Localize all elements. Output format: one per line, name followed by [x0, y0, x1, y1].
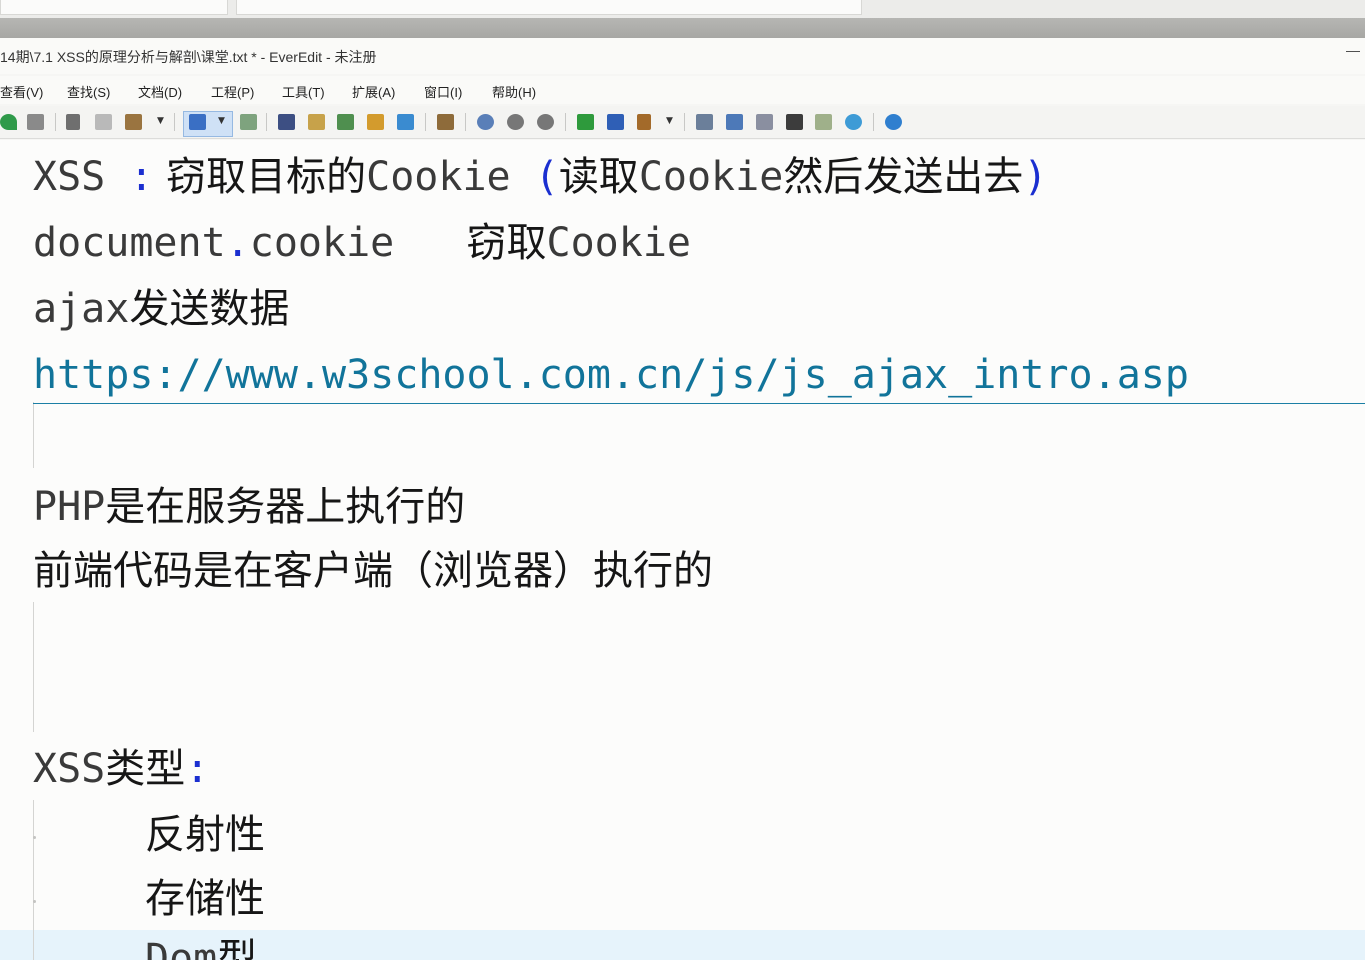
text-token: (	[534, 154, 559, 200]
tree-icon[interactable]	[397, 114, 414, 130]
text-token: :	[129, 154, 154, 200]
text-token: 窃取	[466, 220, 547, 266]
text-token: document	[33, 220, 226, 266]
text-token: Cookie	[546, 220, 692, 266]
chart-icon[interactable]	[815, 114, 832, 130]
split-icon[interactable]	[726, 114, 743, 130]
menu-window[interactable]: 窗口(I)	[424, 82, 462, 101]
minimize-button[interactable]: —	[1345, 42, 1361, 58]
editor-line-url[interactable]: https://www.w3school.com.cn/js/js_ajax_i…	[33, 352, 1189, 398]
toolbar-separator	[565, 113, 566, 131]
text-token: 读取	[558, 154, 639, 200]
stop-icon[interactable]	[607, 114, 624, 130]
text-token: :	[185, 746, 210, 792]
editor-line-8: 反射性	[145, 812, 265, 858]
indent-guide	[33, 402, 34, 468]
editor-line-2: document.cookie 窃取Cookie	[33, 220, 691, 266]
text-token: 窃取目标的	[153, 154, 367, 200]
address-field-left[interactable]	[0, 0, 228, 15]
address-field-right[interactable]	[236, 0, 862, 15]
whitespace-marker	[33, 836, 36, 839]
wrap-dropdown-arrow[interactable]: ▼	[218, 116, 225, 126]
browser-icon[interactable]	[845, 114, 862, 130]
cut-icon[interactable]	[66, 114, 80, 130]
text-token: 发送数据	[129, 286, 290, 332]
redo-icon[interactable]	[0, 114, 17, 130]
panel-icon[interactable]	[696, 114, 713, 130]
editor-line-3: ajax发送数据	[33, 286, 289, 332]
menu-tools[interactable]: 工具(T)	[282, 82, 325, 101]
text-token: Cookie	[366, 154, 535, 200]
toolbar-separator	[266, 113, 267, 131]
editor-area[interactable]: XSS : 窃取目标的Cookie (读取Cookie然后发送出去) docum…	[0, 140, 1365, 960]
menu-document[interactable]: 文档(D)	[138, 82, 182, 101]
editor-line-9: 存储性	[145, 876, 265, 922]
text-token: 存储性	[145, 876, 265, 922]
tools-icon[interactable]	[337, 114, 354, 130]
menu-project[interactable]: 工程(P)	[211, 82, 254, 101]
text-token: 是在服务器上执行的	[105, 484, 466, 530]
view-icon[interactable]	[240, 114, 257, 130]
text-token: cookie	[249, 220, 467, 266]
url-underline	[33, 403, 1365, 404]
toolbar-separator	[465, 113, 466, 131]
editor-line-7: XSS类型:	[33, 746, 209, 792]
paste-icon[interactable]	[125, 114, 142, 130]
text-token: XSS	[33, 746, 106, 792]
macro2-icon[interactable]	[507, 114, 524, 130]
text-token: 然后发送出去	[783, 154, 1024, 200]
menu-bar: 查看(V) 查找(S) 文档(D) 工程(P) 工具(T) 扩展(A) 窗口(I…	[0, 76, 1365, 104]
top-strip	[0, 0, 1365, 19]
build-dropdown-arrow[interactable]: ▼	[666, 116, 673, 126]
menu-search[interactable]: 查找(S)	[67, 82, 110, 101]
menu-view[interactable]: 查看(V)	[0, 82, 43, 101]
toolbar-separator	[425, 113, 426, 131]
editor-line-1: XSS : 窃取目标的Cookie (读取Cookie然后发送出去)	[33, 154, 1047, 200]
doc-icon[interactable]	[756, 114, 773, 130]
indent-guide	[33, 800, 34, 960]
indent-guide	[33, 602, 34, 732]
paste-dropdown-arrow[interactable]: ▼	[157, 116, 164, 126]
title-bar: 14期\7.1 XSS的原理分析与解剖\课堂.txt * - EverEdit …	[0, 38, 1365, 74]
text-token: PHP	[33, 484, 106, 530]
build-icon[interactable]	[637, 114, 651, 130]
compare-icon[interactable]	[437, 114, 454, 130]
editor-line-5: PHP是在服务器上执行的	[33, 484, 465, 530]
console-icon[interactable]	[786, 114, 803, 130]
text-token: 类型	[105, 746, 186, 792]
editor-line-10: Dom型	[145, 936, 257, 960]
url-link[interactable]: https://www.w3school.com.cn/js/js_ajax_i…	[33, 352, 1189, 398]
find-icon[interactable]	[278, 114, 295, 130]
text-token: XSS	[33, 154, 130, 200]
text-token: Dom	[145, 936, 218, 960]
text-token: Cookie	[638, 154, 784, 200]
text-token: 反射性	[145, 812, 265, 858]
whitespace-marker	[33, 900, 36, 903]
toolbar-separator	[55, 113, 56, 131]
text-token: 型	[217, 936, 258, 960]
toolbar-separator	[684, 113, 685, 131]
menu-extensions[interactable]: 扩展(A)	[352, 82, 395, 101]
window-title: 14期\7.1 XSS的原理分析与解剖\课堂.txt * - EverEdit …	[0, 49, 377, 65]
toolbar-separator	[873, 113, 874, 131]
text-token: )	[1023, 154, 1048, 200]
toolbar-separator	[174, 113, 175, 131]
editor-line-6: 前端代码是在客户端（浏览器）执行的	[33, 548, 713, 594]
toolbar: ▼ ▼ ▼	[0, 106, 1365, 139]
text-token: 前端代码是在客户端（浏览器）执行的	[33, 548, 713, 594]
edit-icon[interactable]	[308, 114, 325, 130]
menu-help[interactable]: 帮助(H)	[492, 82, 536, 101]
chat-icon[interactable]	[885, 114, 902, 130]
macro-icon[interactable]	[477, 114, 494, 130]
text-token: .	[225, 220, 250, 266]
text-token: ajax	[33, 286, 130, 332]
copy-icon[interactable]	[95, 114, 112, 130]
preview-icon[interactable]	[367, 114, 384, 130]
macro3-icon[interactable]	[537, 114, 554, 130]
wrap-icon[interactable]	[189, 114, 206, 130]
window-frame-band	[0, 18, 1365, 38]
run-icon[interactable]	[577, 114, 594, 130]
replace-icon[interactable]	[27, 114, 44, 130]
